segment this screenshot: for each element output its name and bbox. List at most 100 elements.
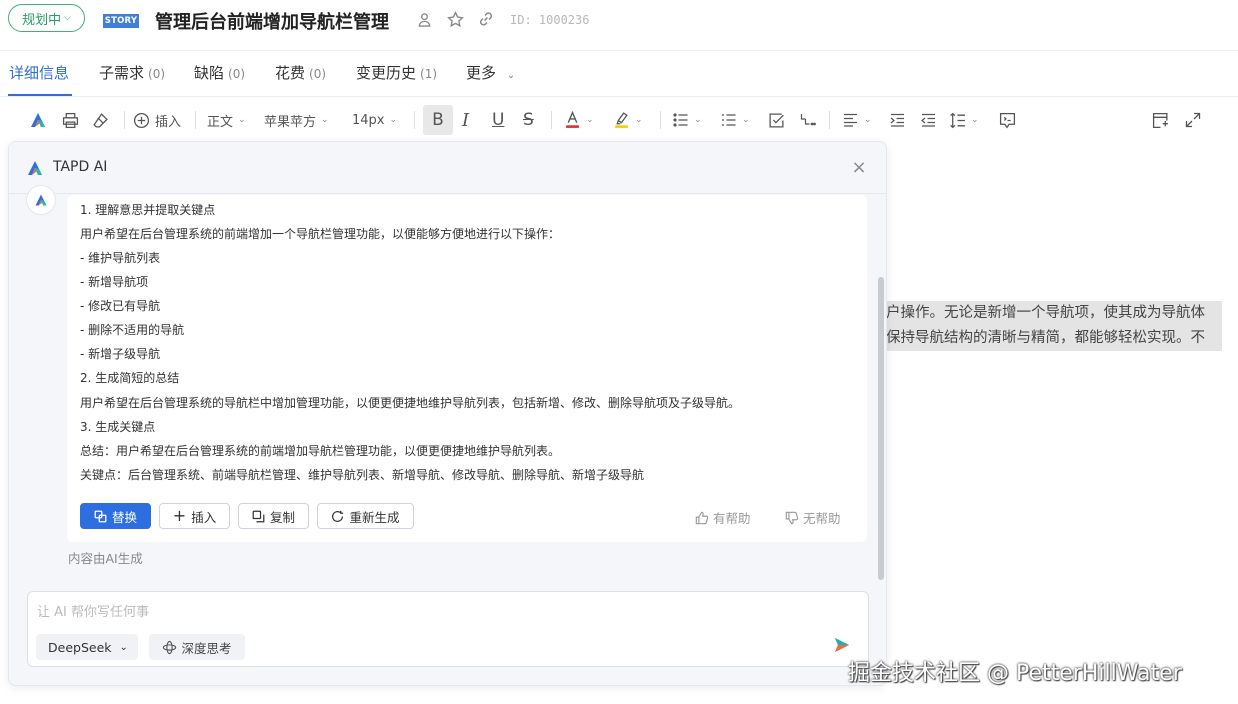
tab-count: (0)	[309, 67, 327, 81]
indent-icon	[890, 113, 904, 127]
chevron-down-icon: ⌄	[694, 115, 702, 125]
paragraph-style-value: 正文	[207, 114, 234, 130]
ai-response-card: 1. 理解意思并提取关键点 用户希望在后台管理系统的前端增加一个导航栏管理功能，…	[67, 195, 867, 542]
tab-label: 更多	[466, 64, 497, 82]
ai-response-line: 关键点：后台管理系统、前端导航栏管理、维护导航列表、新增导航、修改导航、删除导航…	[80, 468, 645, 482]
tab-change-history[interactable]: 变更历史 (1)	[356, 62, 437, 83]
indent-increase-button[interactable]	[889, 108, 906, 132]
toolbar-divider	[195, 111, 196, 129]
scrollbar[interactable]	[878, 277, 884, 580]
ai-input-box: DeepSeek ⌄ 深度思考	[27, 591, 869, 667]
insert-button[interactable]: + 插入	[159, 503, 230, 529]
ai-response-line: - 新增子级导航	[80, 347, 161, 361]
tab-more[interactable]: 更多 ⌄	[466, 62, 515, 83]
deep-think-toggle[interactable]: 深度思考	[149, 634, 245, 660]
tab-bar: 详细信息 子需求 (0) 缺陷 (0) 花费 (0) 变更历史 (1) 更多 ⌄	[0, 52, 1238, 98]
ai-panel: TAPD AI × 1. 理解意思并提取关键点 用户希望在后台管理系统的前端增加…	[8, 141, 887, 686]
refresh-icon	[332, 510, 344, 522]
italic-button[interactable]: I	[462, 108, 469, 132]
chevron-down-icon: ⌄	[635, 115, 643, 125]
line-height-icon	[950, 112, 965, 128]
star-icon[interactable]	[446, 10, 464, 28]
underline-button[interactable]: U	[492, 108, 504, 132]
toolbar-divider	[660, 111, 661, 129]
header: 规划中 ⌵ STORY 管理后台前端增加导航栏管理 ID: 1000236	[0, 0, 1238, 44]
print-icon[interactable]	[62, 108, 79, 132]
regenerate-button[interactable]: 重新生成	[317, 503, 414, 529]
status-dropdown[interactable]: 规划中 ⌵	[8, 4, 85, 32]
ordered-list-button[interactable]: ⌄	[672, 108, 702, 132]
paragraph-style-select[interactable]: 正文 ⌄	[207, 108, 246, 132]
thumbs-down-icon	[785, 511, 799, 524]
replace-button[interactable]: 替换	[80, 503, 151, 529]
ai-comment-button[interactable]	[999, 108, 1016, 132]
chevron-down-icon: ⌄	[586, 115, 594, 125]
tab-defects[interactable]: 缺陷 (0)	[194, 62, 245, 83]
fullscreen-button[interactable]	[1185, 108, 1201, 132]
font-color-button[interactable]: ⌄	[564, 108, 594, 132]
tab-label: 缺陷	[194, 64, 225, 82]
editor-toolbar: 插入 正文 ⌄ 苹果苹方 ⌄ 14px ⌄ B I U S ⌄ ⌄ ⌄ ⌄ ⌄ …	[0, 100, 1238, 140]
bullet-list-button[interactable]: ⌄	[720, 108, 750, 132]
insert-label: 插入	[191, 509, 217, 525]
tab-label: 子需求	[99, 64, 145, 82]
expand-icon	[1185, 112, 1201, 128]
story-badge: STORY	[103, 14, 139, 28]
watermark: 掘金技术社区 @ PetterHillWater	[848, 661, 1182, 686]
plus-circle-icon	[133, 112, 150, 128]
toolbar-divider	[124, 111, 125, 129]
close-icon[interactable]: ×	[849, 157, 869, 178]
ai-logo-icon[interactable]	[29, 108, 47, 132]
doc-text-line: 保持导航结构的清晰与精简，都能够轻松实现。不	[886, 326, 1222, 351]
bullet-list-icon	[722, 114, 736, 126]
chevron-down-icon: ⌄	[506, 70, 516, 81]
checklist-button[interactable]	[768, 108, 785, 132]
lock-icon[interactable]	[415, 10, 433, 28]
regenerate-label: 重新生成	[349, 509, 400, 525]
bold-button[interactable]: B	[423, 105, 453, 135]
model-select[interactable]: DeepSeek ⌄	[36, 634, 138, 660]
ai-response-line: - 维护导航列表	[80, 251, 161, 265]
ai-response-line: 用户希望在后台管理系统的导航栏中增加管理功能，以便更便捷地维护导航列表，包括新增…	[80, 396, 741, 410]
tab-costs[interactable]: 花费 (0)	[275, 62, 326, 83]
tab-sub-requirements[interactable]: 子需求 (0)	[99, 62, 165, 83]
indent-decrease-button[interactable]	[920, 108, 937, 132]
unhelpful-button[interactable]: 无帮助	[785, 508, 841, 527]
doc-text-line: 户操作。无论是新增一个导航项，使其成为导航体	[886, 301, 1222, 326]
layout-toggle-button[interactable]	[1152, 108, 1169, 132]
tabs-divider	[0, 96, 1238, 97]
highlighter-icon	[615, 112, 628, 128]
header-divider	[0, 50, 1238, 51]
ai-response-line: 2. 生成简短的总结	[80, 371, 180, 385]
ai-generated-note: 内容由AI生成	[68, 551, 143, 566]
eraser-icon[interactable]	[92, 108, 109, 132]
bold-icon: B	[432, 110, 444, 130]
comment-icon	[999, 112, 1016, 129]
align-button[interactable]: ⌄	[842, 108, 872, 132]
tab-details[interactable]: 详细信息	[9, 62, 69, 83]
model-value: DeepSeek	[48, 639, 112, 655]
story-id: ID: 1000236	[510, 13, 590, 27]
line-height-button[interactable]: ⌄	[949, 108, 979, 132]
insert-menu[interactable]: 插入	[133, 108, 181, 132]
chevron-down-icon: ⌄	[321, 115, 329, 125]
font-size-select[interactable]: 14px ⌄	[352, 108, 397, 132]
checkbox-icon	[769, 112, 784, 128]
thumbs-up-icon	[695, 511, 709, 524]
highlight-color-button[interactable]: ⌄	[613, 108, 643, 132]
ai-response-line: 用户希望在后台管理系统的前端增加一个导航栏管理功能，以便能够方便地进行以下操作：	[80, 227, 561, 241]
tab-count: (0)	[148, 67, 166, 81]
ai-panel-title: TAPD AI	[53, 159, 108, 175]
chevron-down-icon: ⌄	[971, 115, 979, 125]
link-icon[interactable]	[477, 10, 495, 28]
helpful-button[interactable]: 有帮助	[695, 508, 751, 527]
toolbar-divider	[829, 111, 830, 129]
align-left-icon	[844, 113, 857, 127]
indent-list-button[interactable]	[799, 108, 816, 132]
strikethrough-button[interactable]: S	[523, 108, 534, 132]
copy-icon	[252, 510, 265, 522]
ai-prompt-input[interactable]	[37, 601, 797, 623]
replace-icon	[94, 510, 107, 522]
font-family-select[interactable]: 苹果苹方 ⌄	[264, 108, 329, 132]
copy-button[interactable]: 复制	[238, 503, 309, 529]
